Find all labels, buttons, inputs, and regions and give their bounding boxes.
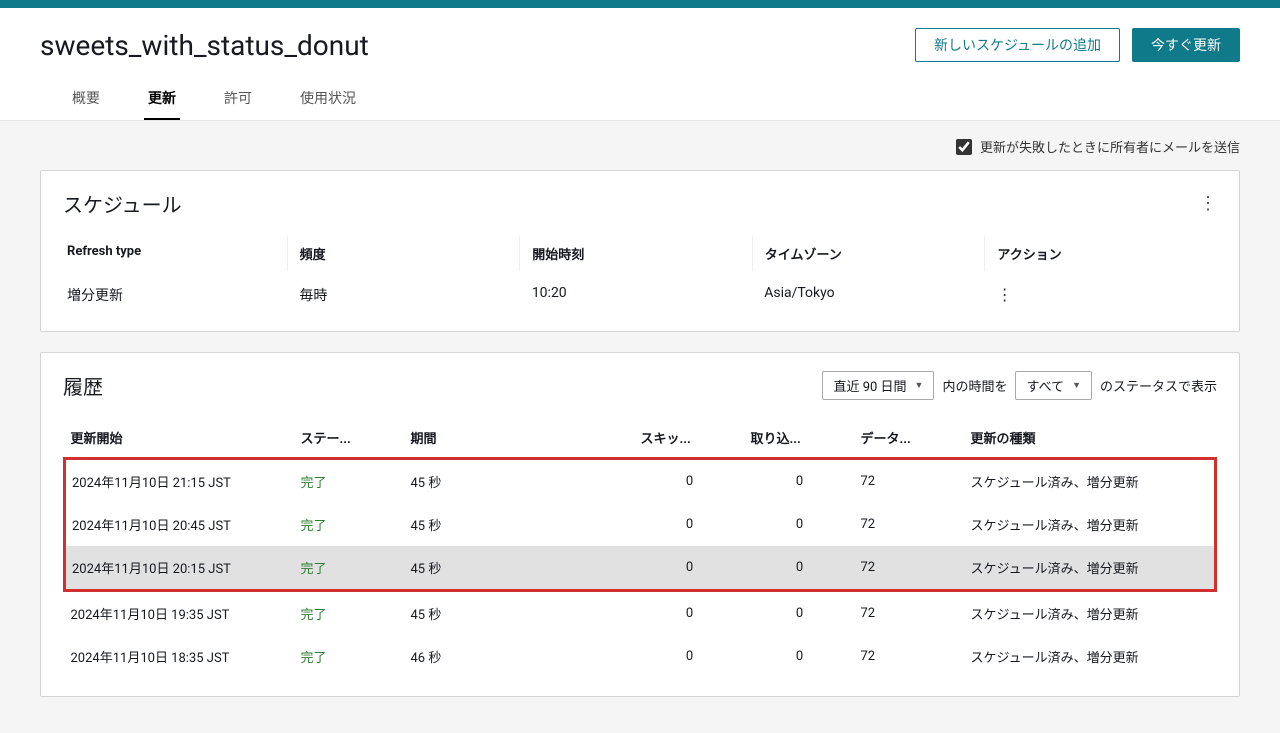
table-row[interactable]: 2024年11月10日 19:35 JST 完了 45 秒 0 0 72 スケジ… bbox=[65, 591, 1216, 636]
refresh-now-button[interactable]: 今すぐ更新 bbox=[1132, 28, 1240, 62]
history-cell-skipped: 0 bbox=[635, 546, 745, 591]
history-status-select[interactable]: すべて ▼ bbox=[1015, 371, 1092, 400]
table-row[interactable]: 2024年11月10日 20:45 JST 完了 45 秒 0 0 72 スケジ… bbox=[65, 503, 1216, 546]
history-cell-duration: 45 秒 bbox=[405, 546, 635, 591]
schedule-header-start: 開始時刻 bbox=[519, 236, 752, 271]
history-cell-type: スケジュール済み、増分更新 bbox=[965, 503, 1216, 546]
history-cell-status: 完了 bbox=[295, 503, 405, 546]
history-cell-duration: 45 秒 bbox=[405, 459, 635, 504]
history-cell-data: 72 bbox=[855, 635, 965, 678]
history-cell-data: 72 bbox=[855, 591, 965, 636]
schedule-header-type: Refresh type bbox=[63, 236, 287, 271]
schedule-header-frequency: 頻度 bbox=[287, 236, 520, 271]
page-header: sweets_with_status_donut 新しいスケジュールの追加 今す… bbox=[0, 8, 1280, 121]
history-range-select[interactable]: 直近 90 日間 ▼ bbox=[822, 371, 934, 400]
history-cell-duration: 45 秒 bbox=[405, 591, 635, 636]
history-header-duration: 期間 bbox=[405, 418, 635, 459]
history-header-row: 更新開始 ステー... 期間 スキッ... 取り込... データ... 更新の種… bbox=[65, 418, 1216, 459]
page-title: sweets_with_status_donut bbox=[40, 29, 369, 62]
tab-usage[interactable]: 使用状況 bbox=[296, 80, 360, 120]
history-cell-type: スケジュール済み、増分更新 bbox=[965, 546, 1216, 591]
history-cell-imported: 0 bbox=[745, 635, 855, 678]
table-row[interactable]: 2024年11月10日 18:35 JST 完了 46 秒 0 0 72 スケジ… bbox=[65, 635, 1216, 678]
schedule-card-title: スケジュール bbox=[63, 189, 182, 218]
history-cell-type: スケジュール済み、増分更新 bbox=[965, 635, 1216, 678]
history-cell-start: 2024年11月10日 21:15 JST bbox=[65, 459, 295, 504]
history-status-label: すべて bbox=[1026, 376, 1064, 395]
history-cell-skipped: 0 bbox=[635, 459, 745, 504]
history-cell-imported: 0 bbox=[745, 503, 855, 546]
chevron-down-icon: ▼ bbox=[1072, 380, 1081, 391]
history-cell-duration: 46 秒 bbox=[405, 635, 635, 678]
history-header-skipped: スキッ... bbox=[635, 418, 745, 459]
history-tail-text: のステータスで表示 bbox=[1100, 376, 1217, 395]
history-cell-imported: 0 bbox=[745, 546, 855, 591]
tab-refresh[interactable]: 更新 bbox=[144, 80, 180, 120]
schedule-card: スケジュール ⋮ Refresh type 頻度 開始時刻 タイムゾーン アクシ… bbox=[40, 170, 1240, 332]
history-mid-text: 内の時間を bbox=[942, 376, 1007, 395]
history-header-data: データ... bbox=[855, 418, 965, 459]
history-cell-data: 72 bbox=[855, 546, 965, 591]
history-cell-start: 2024年11月10日 20:45 JST bbox=[65, 503, 295, 546]
history-cell-duration: 45 秒 bbox=[405, 503, 635, 546]
schedule-header-timezone: タイムゾーン bbox=[752, 236, 985, 271]
history-range-label: 直近 90 日間 bbox=[833, 376, 906, 395]
schedule-frequency-value: 毎時 bbox=[287, 271, 519, 313]
history-cell-status: 完了 bbox=[295, 459, 405, 504]
history-cell-start: 2024年11月10日 19:35 JST bbox=[65, 591, 295, 636]
history-filters: 直近 90 日間 ▼ 内の時間を すべて ▼ のステータスで表示 bbox=[822, 371, 1217, 400]
app-top-bar bbox=[0, 0, 1280, 8]
history-cell-skipped: 0 bbox=[635, 635, 745, 678]
history-cell-data: 72 bbox=[855, 503, 965, 546]
schedule-header-action: アクション bbox=[984, 236, 1217, 271]
history-cell-start: 2024年11月10日 20:15 JST bbox=[65, 546, 295, 591]
history-header-start: 更新開始 bbox=[65, 418, 295, 459]
schedule-start-value: 10:20 bbox=[520, 271, 752, 313]
email-on-failure-label: 更新が失敗したときに所有者にメールを送信 bbox=[980, 137, 1240, 156]
header-actions: 新しいスケジュールの追加 今すぐ更新 bbox=[915, 28, 1240, 62]
add-schedule-button[interactable]: 新しいスケジュールの追加 bbox=[915, 28, 1120, 62]
history-cell-type: スケジュール済み、増分更新 bbox=[965, 459, 1216, 504]
history-cell-start: 2024年11月10日 18:35 JST bbox=[65, 635, 295, 678]
history-card: 履歴 直近 90 日間 ▼ 内の時間を すべて ▼ のステータスで表示 更新開始… bbox=[40, 352, 1240, 697]
history-cell-data: 72 bbox=[855, 459, 965, 504]
table-row[interactable]: 2024年11月10日 20:15 JST 完了 45 秒 0 0 72 スケジ… bbox=[65, 546, 1216, 591]
history-header-status: ステー... bbox=[295, 418, 405, 459]
history-cell-skipped: 0 bbox=[635, 591, 745, 636]
schedule-more-icon[interactable]: ⋮ bbox=[1199, 195, 1217, 213]
history-table: 更新開始 ステー... 期間 スキッ... 取り込... データ... 更新の種… bbox=[63, 418, 1217, 678]
history-cell-status: 完了 bbox=[295, 635, 405, 678]
history-cell-status: 完了 bbox=[295, 546, 405, 591]
history-header-type: 更新の種類 bbox=[965, 418, 1216, 459]
email-on-failure-checkbox[interactable] bbox=[956, 139, 972, 155]
history-cell-skipped: 0 bbox=[635, 503, 745, 546]
schedule-row: 増分更新 毎時 10:20 Asia/Tokyo ⋮ bbox=[63, 271, 1217, 313]
history-header-imported: 取り込... bbox=[745, 418, 855, 459]
history-cell-imported: 0 bbox=[745, 591, 855, 636]
history-cell-status: 完了 bbox=[295, 591, 405, 636]
content-area: 更新が失敗したときに所有者にメールを送信 スケジュール ⋮ Refresh ty… bbox=[0, 121, 1280, 733]
tabs: 概要 更新 許可 使用状況 bbox=[40, 80, 1240, 120]
schedule-row-actions-icon[interactable]: ⋮ bbox=[997, 285, 1013, 304]
history-cell-type: スケジュール済み、増分更新 bbox=[965, 591, 1216, 636]
history-card-title: 履歴 bbox=[63, 371, 103, 400]
schedule-type-value: 増分更新 bbox=[63, 271, 287, 313]
history-cell-imported: 0 bbox=[745, 459, 855, 504]
tab-permission[interactable]: 許可 bbox=[220, 80, 256, 120]
schedule-header-row: Refresh type 頻度 開始時刻 タイムゾーン アクション bbox=[63, 236, 1217, 271]
schedule-timezone-value: Asia/Tokyo bbox=[752, 271, 984, 313]
tab-overview[interactable]: 概要 bbox=[68, 80, 104, 120]
table-row[interactable]: 2024年11月10日 21:15 JST 完了 45 秒 0 0 72 スケジ… bbox=[65, 459, 1216, 504]
email-on-failure-row: 更新が失敗したときに所有者にメールを送信 bbox=[40, 137, 1240, 156]
chevron-down-icon: ▼ bbox=[915, 380, 924, 391]
